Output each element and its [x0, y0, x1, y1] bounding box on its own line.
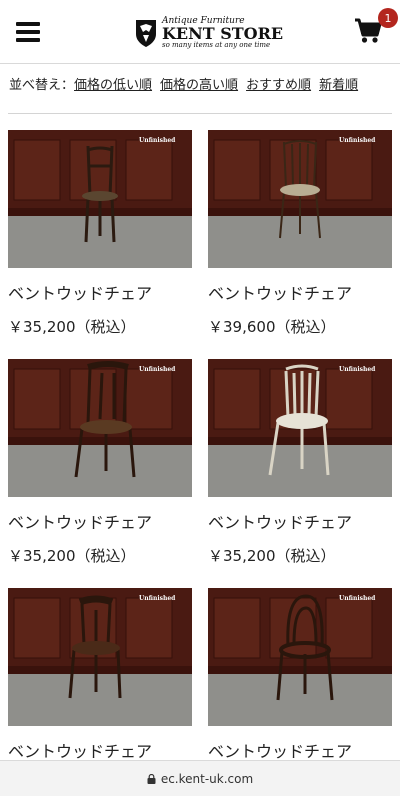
cart-button[interactable]: 1 [354, 8, 398, 46]
product-image[interactable]: Unfinished [208, 130, 392, 268]
product-title[interactable]: ベントウッドチェア [8, 509, 192, 533]
product-card[interactable]: Unfinished ベントウッドチェア [208, 588, 392, 762]
hamburger-menu-icon[interactable] [16, 22, 40, 42]
sort-newest[interactable]: 新着順 [319, 78, 358, 93]
product-title[interactable]: ベントウッドチェア [208, 280, 392, 304]
unfinished-badge: Unfinished [139, 366, 176, 373]
unfinished-badge: Unfinished [139, 137, 176, 144]
sort-recommended[interactable]: おすすめ順 [246, 78, 311, 93]
product-price: ￥35,200（税込） [8, 318, 136, 336]
cart-count-badge: 1 [378, 8, 398, 28]
product-price: ￥35,200（税込） [208, 547, 336, 565]
unfinished-badge: Unfinished [339, 595, 376, 602]
sort-price-high[interactable]: 価格の高い順 [160, 78, 238, 93]
site-logo[interactable]: Antique Furniture KENT STORE so many ite… [134, 16, 283, 50]
sort-bar: 並べ替え：価格の低い順 価格の高い順 おすすめ順 新着順 [9, 74, 366, 93]
sort-price-low[interactable]: 価格の低い順 [74, 78, 152, 93]
lock-icon [147, 773, 156, 784]
product-card[interactable]: Unfinished ベントウッドチェア ￥35,200（税込） [8, 130, 192, 337]
product-price: ￥35,200（税込） [8, 547, 136, 565]
logo-tagline-bottom: so many items at any one time [162, 41, 271, 49]
product-card[interactable]: Unfinished ベントウッドチェア ￥39,600（税込） [208, 130, 392, 337]
product-image[interactable]: Unfinished [8, 130, 192, 268]
unfinished-badge: Unfinished [139, 595, 176, 602]
url-text: ec.kent-uk.com [160, 771, 254, 786]
shield-logo-icon [136, 20, 156, 47]
product-image[interactable]: Unfinished [208, 588, 392, 726]
product-price: ￥39,600（税込） [208, 318, 336, 336]
sort-label: 並べ替え： [9, 78, 75, 93]
unfinished-badge: Unfinished [339, 366, 376, 373]
product-card[interactable]: Unfinished ベントウッドチェア ￥35,200（税込） [208, 359, 392, 566]
product-image[interactable]: Unfinished [208, 359, 392, 497]
unfinished-badge: Unfinished [339, 137, 376, 144]
product-card[interactable]: Unfinished ベントウッドチェア ￥35,200（税込） [8, 359, 192, 566]
product-image[interactable]: Unfinished [8, 588, 192, 726]
product-title[interactable]: ベントウッドチェア [8, 738, 192, 762]
product-card[interactable]: Unfinished ベントウッドチェア [8, 588, 192, 762]
browser-url-bar[interactable]: ec.kent-uk.com [0, 760, 400, 796]
product-title[interactable]: ベントウッドチェア [8, 280, 192, 304]
product-title[interactable]: ベントウッドチェア [208, 738, 392, 762]
product-image[interactable]: Unfinished [8, 359, 192, 497]
logo-store-name: KENT STORE [162, 24, 284, 43]
product-title[interactable]: ベントウッドチェア [208, 509, 392, 533]
site-header: Antique Furniture KENT STORE so many ite… [0, 0, 400, 64]
divider [8, 113, 392, 114]
